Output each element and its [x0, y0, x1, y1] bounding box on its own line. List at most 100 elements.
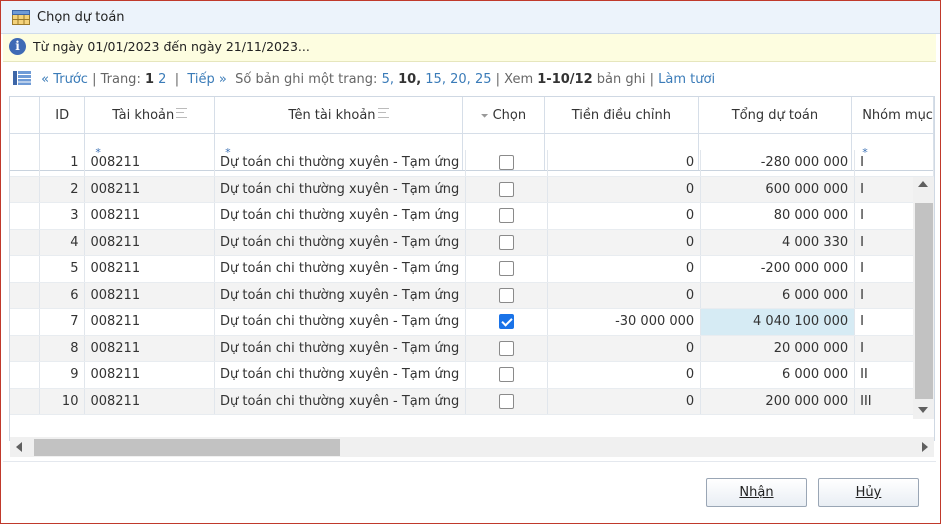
cell-total: -200 000 000: [700, 255, 856, 283]
cell-group: I: [854, 150, 934, 177]
cell-select[interactable]: [465, 388, 548, 415]
column-header-group[interactable]: Nhóm mục: [851, 97, 934, 134]
filter-icon[interactable]: ⏷: [481, 111, 489, 122]
dialog-window: Chọn dự toán i Từ ngày 01/01/2023 đến ng…: [0, 0, 941, 524]
scroll-down-icon[interactable]: [918, 407, 928, 413]
cell-id: 6: [39, 282, 86, 309]
row-selector: [10, 229, 40, 256]
scroll-right-icon[interactable]: [922, 442, 928, 452]
column-header-id[interactable]: ID: [39, 97, 86, 134]
cell-total: 6 000 000: [700, 361, 856, 389]
cell-total: 200 000 000: [700, 388, 856, 415]
select-checkbox[interactable]: [498, 287, 514, 303]
page-size-20[interactable]: 20,: [450, 72, 471, 87]
cell-account: 008211: [84, 176, 215, 203]
cell-adjustment: 0: [547, 176, 702, 203]
cell-select[interactable]: [465, 229, 548, 256]
table-row[interactable]: 8 008211 Dự toán chi thường xuyên - Tạm ứn…: [10, 335, 934, 362]
sort-icon[interactable]: [176, 107, 188, 118]
cell-total: 4 040 100 000: [700, 308, 856, 336]
cell-select[interactable]: [465, 335, 548, 362]
cell-adjustment: 0: [547, 202, 702, 230]
record-range-suffix: bản ghi: [596, 72, 646, 87]
horizontal-scrollbar[interactable]: [10, 437, 934, 457]
cell-id: 1: [39, 150, 86, 177]
cell-adjustment: 0: [547, 361, 702, 389]
view-label: | Xem: [495, 72, 534, 87]
column-header-select[interactable]: ⏷ Chọn: [462, 97, 545, 134]
cell-account: 008211: [84, 308, 215, 336]
select-checkbox[interactable]: [498, 208, 514, 224]
page-size-15[interactable]: 15,: [425, 72, 446, 87]
cell-adjustment: 0: [547, 335, 702, 362]
cell-account: 008211: [84, 202, 215, 230]
scroll-left-icon[interactable]: [16, 442, 22, 452]
select-checkbox[interactable]: [498, 340, 514, 356]
cell-select[interactable]: [465, 150, 548, 177]
select-checkbox[interactable]: [498, 234, 514, 250]
cell-account-name: Dự toán chi thường xuyên - Tạm ứng: [214, 150, 466, 177]
select-checkbox[interactable]: [498, 393, 514, 409]
grid-icon: [13, 71, 31, 85]
cell-adjustment: 0: [547, 150, 702, 177]
table-row[interactable]: 1 008211 Dự toán chi thường xuyên - Tạm ứn…: [10, 150, 934, 177]
scroll-up-icon[interactable]: [918, 181, 928, 187]
cell-account: 008211: [84, 361, 215, 389]
cancel-button[interactable]: Hủy: [818, 478, 919, 507]
cell-total: 6 000 000: [700, 282, 856, 309]
cell-total: -280 000 000: [700, 150, 856, 177]
table-row[interactable]: 9 008211 Dự toán chi thường xuyên - Tạm ứn…: [10, 361, 934, 389]
row-selector: [10, 150, 40, 177]
row-selector: [10, 335, 40, 362]
vertical-scroll-thumb[interactable]: [915, 203, 933, 399]
ok-button[interactable]: Nhận: [706, 478, 807, 507]
column-header-account-name[interactable]: Tên tài khoản: [214, 97, 463, 134]
table-row[interactable]: 5 008211 Dự toán chi thường xuyên - Tạm ứn…: [10, 255, 934, 283]
table-row[interactable]: 6 008211 Dự toán chi thường xuyên - Tạm ứn…: [10, 282, 934, 309]
select-checkbox[interactable]: [498, 261, 514, 277]
cell-adjustment: 0: [547, 255, 702, 283]
cell-select[interactable]: [465, 361, 548, 389]
cell-select[interactable]: [465, 176, 548, 203]
table-row[interactable]: 7 008211 Dự toán chi thường xuyên - Tạm ứn…: [10, 308, 934, 336]
column-header-adjustment[interactable]: Tiền điều chỉnh: [544, 97, 699, 134]
select-checkbox[interactable]: [498, 367, 514, 383]
cell-adjustment: -30 000 000: [547, 308, 702, 336]
cell-total: 4 000 330: [700, 229, 856, 256]
cell-account-name: Dự toán chi thường xuyên - Tạm ứng: [214, 308, 466, 336]
page-label: | Trang:: [92, 72, 141, 87]
vertical-scrollbar[interactable]: [913, 177, 934, 419]
page-size-25[interactable]: 25: [475, 72, 492, 87]
table-row[interactable]: 4 008211 Dự toán chi thường xuyên - Tạm ứn…: [10, 229, 934, 256]
select-checkbox[interactable]: [498, 181, 514, 197]
sort-icon[interactable]: [377, 107, 389, 118]
pager-separator: |: [174, 72, 180, 87]
cell-account-name: Dự toán chi thường xuyên - Tạm ứng: [214, 388, 466, 415]
cell-id: 5: [39, 255, 86, 283]
select-checkbox[interactable]: [498, 314, 514, 330]
table-row[interactable]: 3 008211 Dự toán chi thường xuyên - Tạm ứn…: [10, 202, 934, 230]
cell-select[interactable]: [465, 282, 548, 309]
title-bar: Chọn dự toán: [1, 1, 940, 34]
next-page-link[interactable]: Tiếp »: [187, 72, 227, 87]
cell-account: 008211: [84, 229, 215, 256]
select-checkbox[interactable]: [498, 155, 514, 171]
cell-select[interactable]: [465, 202, 548, 230]
info-bar: i Từ ngày 01/01/2023 đến ngày 21/11/2023…: [3, 34, 936, 62]
prev-page-link[interactable]: « Trước: [41, 72, 88, 87]
column-header-total[interactable]: Tổng dự toán: [698, 97, 853, 134]
page-size-5[interactable]: 5,: [382, 72, 394, 87]
table-row[interactable]: 10 008211 Dự toán chi thường xuyên - Tạm ứ…: [10, 388, 934, 415]
cell-account-name: Dự toán chi thường xuyên - Tạm ứng: [214, 282, 466, 309]
cell-select[interactable]: [465, 308, 548, 336]
column-header-account[interactable]: Tài khoản: [84, 97, 216, 134]
row-selector: [10, 361, 40, 389]
page-2-link[interactable]: 2: [158, 72, 166, 87]
page-size-10[interactable]: 10,: [398, 72, 421, 87]
cell-adjustment: 0: [547, 388, 702, 415]
cell-select[interactable]: [465, 255, 548, 283]
row-selector: [10, 202, 40, 230]
table-row[interactable]: 2 008211 Dự toán chi thường xuyên - Tạm ứn…: [10, 176, 934, 203]
horizontal-scroll-thumb[interactable]: [34, 439, 340, 456]
refresh-link[interactable]: Làm tươi: [658, 72, 715, 87]
